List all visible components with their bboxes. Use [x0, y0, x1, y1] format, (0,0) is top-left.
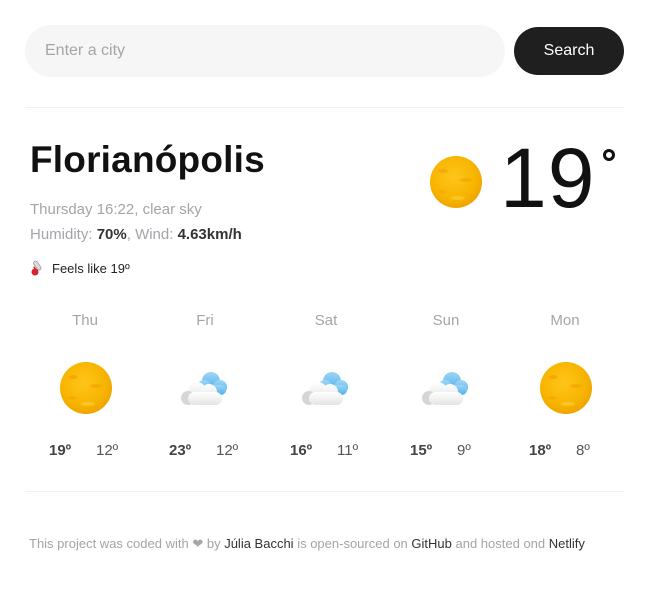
search-button[interactable]: Search [514, 27, 624, 75]
forecast-max: 15º [410, 442, 433, 459]
forecast-day: Mon 18º 8º [505, 308, 625, 468]
author-link[interactable]: Júlia Bacchi [224, 536, 293, 551]
feels-like-text: Feels like 19º [52, 260, 130, 276]
city-search-input[interactable] [25, 25, 505, 77]
forecast-min: 9º [457, 442, 471, 459]
forecast-max: 16º [290, 442, 313, 459]
wind-value: 4.63km/h [177, 226, 242, 243]
current-details: Thursday 16:22, clear sky Humidity: 70%,… [30, 197, 242, 247]
forecast-day: Thu 19º 12º [25, 308, 145, 468]
footer: This project was coded with ❤ by Júlia B… [29, 536, 585, 552]
forecast-day-name: Fri [196, 312, 214, 329]
forecast-day: Sat 16º 11º [266, 308, 386, 468]
forecast-day: Sun 15º 9º [386, 308, 506, 468]
search-form: Search [25, 25, 625, 77]
forecast-day: Fri 23º 12º [145, 308, 265, 468]
cloud-icon [181, 372, 227, 405]
cloud-icon [422, 372, 468, 405]
divider [25, 107, 625, 108]
wind-label: Wind: [135, 226, 174, 243]
divider [25, 491, 625, 492]
forecast-day-name: Sat [314, 312, 338, 329]
forecast-max: 23º [169, 442, 192, 459]
thermometer-icon [31, 260, 42, 276]
sun-icon [540, 362, 592, 414]
footer-text: and hosted ond [455, 536, 546, 551]
cloud-icon [302, 372, 348, 405]
forecast-day-name: Sun [432, 312, 460, 329]
forecast-day-name: Mon [550, 312, 580, 329]
humidity-wind: Humidity: 70%, Wind: 4.63km/h [30, 222, 242, 247]
forecast-max: 18º [529, 442, 552, 459]
forecast-min: 12º [216, 442, 239, 459]
heart-icon: ❤ [192, 536, 204, 551]
forecast-min: 12º [96, 442, 119, 459]
city-name: Florianópolis [30, 139, 265, 180]
degree-icon [603, 149, 615, 161]
footer-text: is open-sourced on [297, 536, 408, 551]
separator: , [126, 226, 136, 243]
current-temperature: 19 [500, 131, 596, 225]
humidity-value: 70% [96, 226, 127, 243]
forecast: Thu 19º 12º Fri 23º 12º Sat 16º 11º Sun [25, 308, 625, 468]
netlify-link[interactable]: Netlify [549, 536, 585, 551]
humidity-label: Humidity: [30, 226, 93, 243]
feels-like: Feels like 19º [30, 259, 130, 277]
github-link[interactable]: GitHub [411, 536, 451, 551]
sun-icon [60, 362, 112, 414]
forecast-min: 11º [337, 442, 359, 459]
sun-icon [430, 156, 482, 208]
forecast-max: 19º [49, 442, 72, 459]
date-description: Thursday 16:22, clear sky [30, 201, 202, 218]
forecast-day-name: Thu [72, 312, 98, 329]
forecast-min: 8º [576, 442, 590, 459]
footer-text: This project was coded with [29, 536, 189, 551]
footer-text: by [206, 536, 221, 551]
